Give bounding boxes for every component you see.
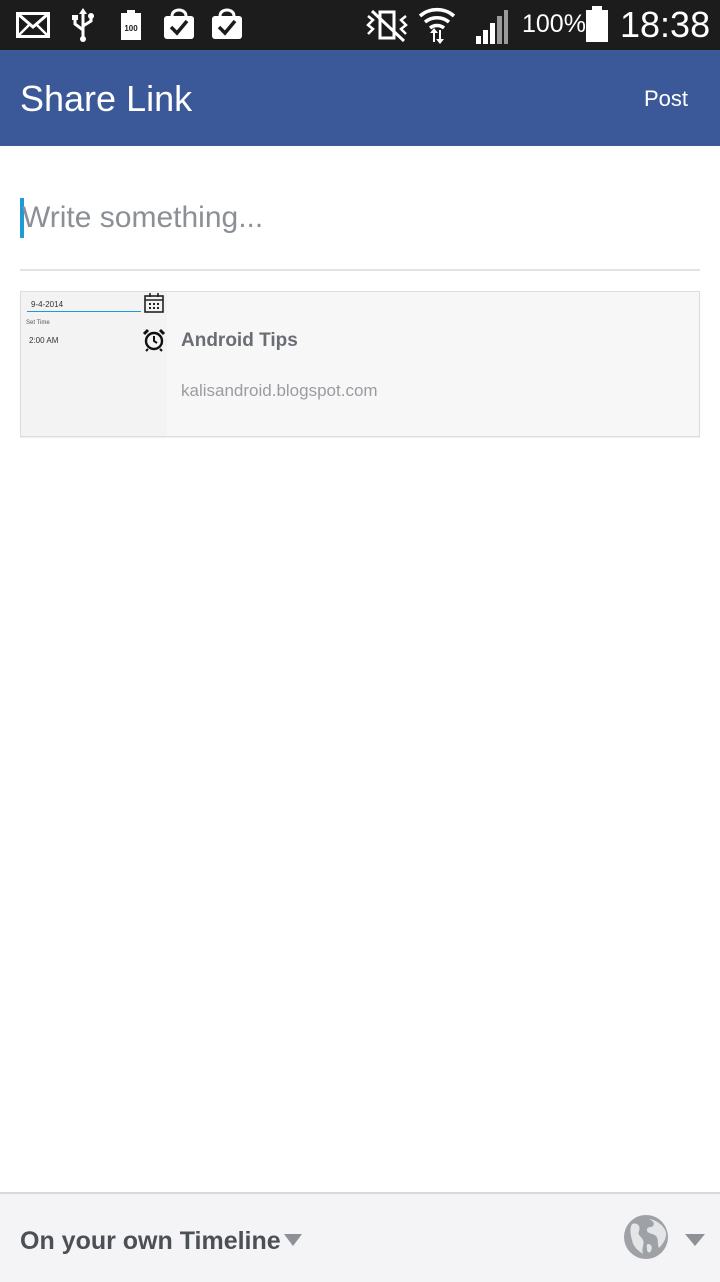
- app-bar: Share Link Post: [0, 50, 720, 146]
- composer: [20, 196, 700, 240]
- chevron-down-icon[interactable]: [685, 1234, 705, 1246]
- battery-icon: [586, 6, 608, 42]
- status-clock: 18:38: [620, 4, 711, 45]
- bottom-bar: On your own Timeline: [0, 1192, 720, 1282]
- battery-percent: 100%: [522, 10, 586, 38]
- shopping-bag-check-icon: [212, 8, 242, 39]
- usb-icon: [72, 8, 94, 42]
- battery-100-icon: 100: [121, 10, 141, 40]
- write-something-input[interactable]: [20, 196, 698, 240]
- svg-text:100: 100: [124, 24, 138, 33]
- thumbnail-set-time-label: Set Time: [26, 320, 50, 326]
- link-thumbnail: 9-4-2014 Set Time 2:00 AM: [21, 292, 167, 436]
- link-title: Android Tips: [181, 330, 298, 351]
- thumbnail-date: 9-4-2014: [27, 298, 141, 312]
- alarm-clock-icon: [142, 328, 166, 352]
- page-title: Share Link: [20, 78, 193, 119]
- audience-selector[interactable]: On your own Timeline: [20, 1227, 281, 1256]
- calendar-icon: [144, 293, 164, 313]
- status-bar: 100 100% 18:38: [0, 0, 720, 50]
- post-button[interactable]: Post: [644, 86, 688, 112]
- signal-icon: [476, 10, 508, 44]
- link-preview-card[interactable]: 9-4-2014 Set Time 2:00 AM Android Tips k…: [20, 291, 700, 437]
- wifi-icon: [418, 8, 456, 44]
- chevron-down-icon[interactable]: [284, 1234, 302, 1246]
- divider: [20, 269, 700, 271]
- globe-icon[interactable]: [623, 1214, 669, 1260]
- shopping-bag-check-icon: [164, 8, 194, 39]
- vibrate-mute-icon: [366, 9, 408, 42]
- link-domain: kalisandroid.blogspot.com: [181, 381, 378, 400]
- mail-icon: [16, 12, 50, 38]
- thumbnail-time: 2:00 AM: [29, 336, 59, 345]
